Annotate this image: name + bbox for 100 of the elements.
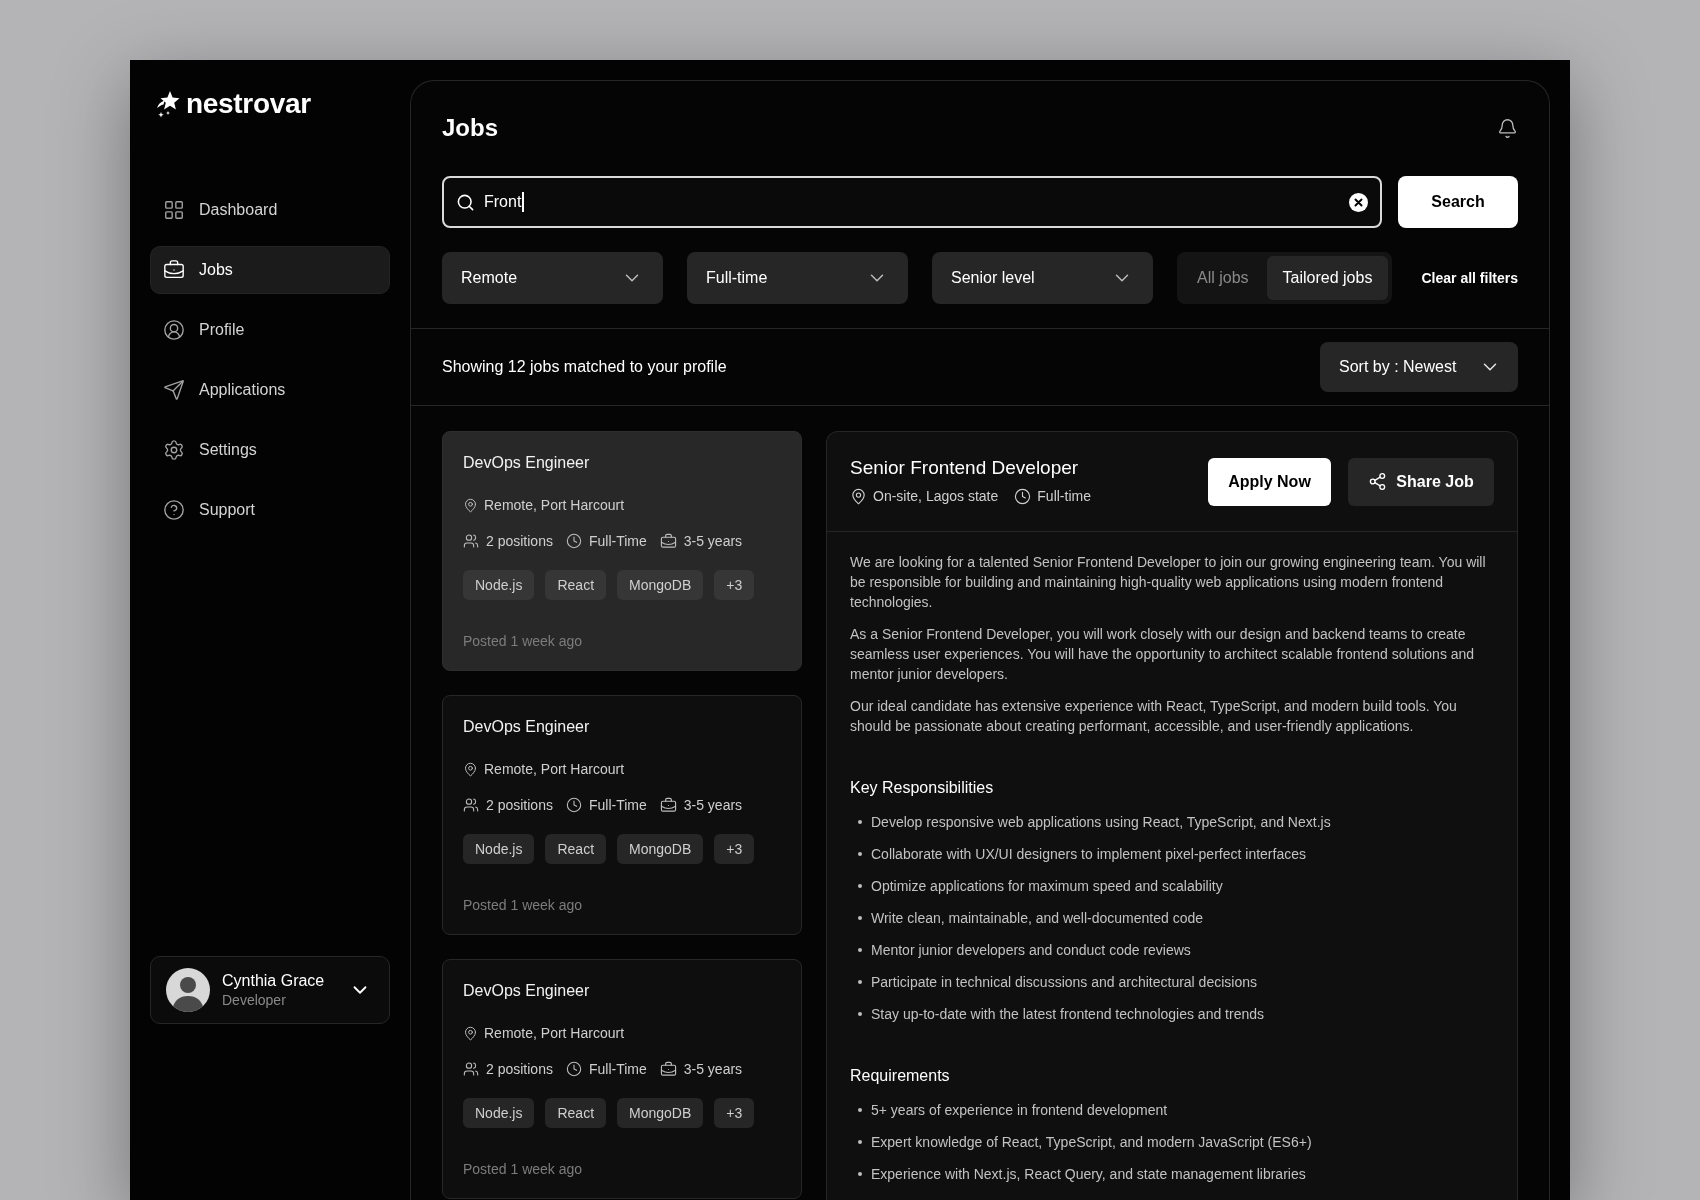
job-title: DevOps Engineer — [463, 981, 590, 1001]
job-experience: 3-5 years — [683, 531, 743, 551]
people-icon — [463, 1061, 479, 1077]
notifications-bell-icon[interactable] — [1497, 117, 1518, 139]
list-item-text: Participate in technical discussions and architectural decisions — [871, 973, 1257, 992]
skill-tag: +3 — [714, 834, 755, 864]
list-item-text: Develop responsive web applications using React, TypeScript, and Next.js — [871, 813, 1331, 832]
job-type: Full-Time — [588, 531, 647, 551]
sidebar-nav-item[interactable]: Support — [150, 486, 390, 534]
skill-tag: Node.js — [463, 570, 535, 600]
list-item-text: Optimize applications for maximum speed and scalability — [871, 877, 1223, 896]
job-experience: 3-5 years — [683, 795, 743, 815]
results-summary: Showing 12 jobs matched to your profile — [442, 357, 727, 377]
sort-dropdown[interactable]: Sort by : Newest — [1320, 342, 1518, 392]
job-card[interactable]: DevOps Engineer Remote, Port Harcourt 2 positions Full-Time 3-5 years Node.js React MongoDB +3 Posted 1 week ago — [442, 431, 802, 671]
brand-logo-text: nestrovar — [186, 88, 311, 120]
clear-filters-button[interactable]: Clear all filters — [1421, 267, 1518, 289]
skill-tag: React — [545, 834, 607, 864]
clock-icon — [565, 797, 582, 813]
search-button[interactable]: Search — [1398, 176, 1518, 228]
grid-icon — [163, 199, 185, 221]
description-paragraph: Our ideal candidate has extensive experience with React, TypeScript, and modern build tools. You should be passionate about creating performant, accessible, and user-friendly applications. — [850, 697, 1458, 736]
skill-tag: React — [545, 1098, 607, 1128]
job-title: DevOps Engineer — [463, 453, 590, 473]
job-type: Full-Time — [588, 1059, 647, 1079]
sidebar-nav-item[interactable]: Settings — [150, 426, 390, 474]
sidebar-nav-item[interactable]: Dashboard — [150, 186, 390, 234]
filter-dropdown[interactable]: Remote — [442, 252, 663, 304]
sidebar-nav-item[interactable]: Jobs — [150, 246, 390, 294]
bullet-icon — [858, 980, 862, 984]
section-heading: Key Responsibilities — [850, 778, 994, 798]
job-card[interactable]: DevOps Engineer Remote, Port Harcourt 2 positions Full-Time 3-5 years Node.js React MongoDB +3 Posted 1 week ago — [442, 695, 802, 935]
search-icon — [456, 192, 475, 212]
list-item-text: Expert knowledge of React, TypeScript, and modern JavaScript (ES6+) — [871, 1133, 1312, 1152]
people-icon — [463, 533, 479, 549]
map-pin-icon — [850, 488, 867, 505]
filter-dropdown[interactable]: Full-time — [687, 252, 908, 304]
bullet-icon — [858, 852, 862, 856]
search-field[interactable]: Front — [442, 176, 1382, 228]
description-paragraph: We are looking for a talented Senior Frontend Developer to join our growing engineering team. You will be responsible for building and maintaining high-quality web applications using modern frontend technologies. — [850, 553, 1487, 612]
skill-tag: +3 — [714, 570, 755, 600]
posted-time: Posted 1 week ago — [463, 1160, 583, 1179]
briefcase-icon — [163, 259, 185, 281]
list-item-text: Experience with Next.js, React Query, and state management libraries — [871, 1165, 1306, 1184]
briefcase-icon — [659, 1060, 677, 1078]
map-pin-icon — [463, 497, 478, 513]
job-detail-title: Senior Frontend Developer — [850, 456, 1080, 480]
job-title: DevOps Engineer — [463, 717, 590, 737]
briefcase-icon — [659, 532, 677, 550]
posted-time: Posted 1 week ago — [463, 896, 583, 915]
section-heading: Requirements — [850, 1066, 950, 1086]
clear-icon[interactable] — [1349, 192, 1368, 212]
job-type: Full-Time — [588, 795, 647, 815]
skill-tag: Node.js — [463, 1098, 535, 1128]
people-icon — [463, 797, 479, 813]
job-detail-location: On-site, Lagos state — [873, 487, 999, 506]
share-icon — [1368, 472, 1388, 491]
job-positions: 2 positions — [486, 1059, 553, 1079]
filter-dropdown[interactable]: Senior level — [932, 252, 1153, 304]
star-logo-icon — [155, 90, 181, 118]
sidebar-nav-item[interactable]: Applications — [150, 366, 390, 414]
skill-tag: MongoDB — [617, 834, 704, 864]
job-experience: 3-5 years — [683, 1059, 743, 1079]
job-location: Remote, Port Harcourt — [484, 1023, 625, 1043]
list-item-text: Mentor junior developers and conduct code reviews — [871, 941, 1191, 960]
scope-tab[interactable]: Tailored jobs — [1266, 256, 1389, 300]
job-card[interactable]: DevOps Engineer Remote, Port Harcourt 2 positions Full-Time 3-5 years Node.js React MongoDB +3 Posted 1 week ago — [442, 959, 802, 1199]
scope-tab[interactable]: All jobs — [1181, 256, 1265, 300]
skill-tag: MongoDB — [617, 570, 704, 600]
job-location: Remote, Port Harcourt — [484, 495, 625, 515]
job-positions: 2 positions — [486, 531, 553, 551]
bullet-icon — [858, 884, 862, 888]
skill-tag: +3 — [714, 1098, 755, 1128]
paper-plane-icon — [163, 379, 185, 401]
skill-tag: MongoDB — [617, 1098, 704, 1128]
list-item-text: Collaborate with UX/UI designers to implement pixel-perfect interfaces — [871, 845, 1306, 864]
user-role: Developer — [222, 991, 287, 1009]
clock-icon — [565, 533, 582, 549]
share-job-button[interactable]: Share Job — [1348, 457, 1494, 506]
list-item-text: Stay up-to-date with the latest frontend technologies and trends — [871, 1005, 1265, 1024]
bullet-icon — [858, 1140, 862, 1144]
description-paragraph: As a Senior Frontend Developer, you will work closely with our design and backend teams to create seamless user experiences. You will have the opportunity to architect scalable frontend solutions and mentor junior developers. — [850, 625, 1476, 684]
skill-tag: Node.js — [463, 834, 535, 864]
map-pin-icon — [463, 1025, 478, 1041]
apply-now-button[interactable]: Apply Now — [1208, 457, 1331, 506]
bullet-icon — [858, 820, 862, 824]
user-name: Cynthia Grace — [222, 971, 326, 991]
avatar-icon — [166, 968, 210, 1012]
clock-icon — [565, 1061, 582, 1077]
user-profile-card[interactable]: Cynthia Grace Developer — [150, 956, 390, 1024]
bullet-icon — [858, 1012, 862, 1016]
job-positions: 2 positions — [486, 795, 553, 815]
list-item-text: 5+ years of experience in frontend development — [871, 1101, 1168, 1120]
help-icon — [163, 499, 185, 521]
map-pin-icon — [463, 761, 478, 777]
user-circle-icon — [163, 319, 185, 341]
text-cursor-icon — [522, 192, 524, 212]
job-detail-type: Full-time — [1037, 487, 1091, 506]
bullet-icon — [858, 1108, 862, 1112]
sidebar-nav-item[interactable]: Profile — [150, 306, 390, 354]
